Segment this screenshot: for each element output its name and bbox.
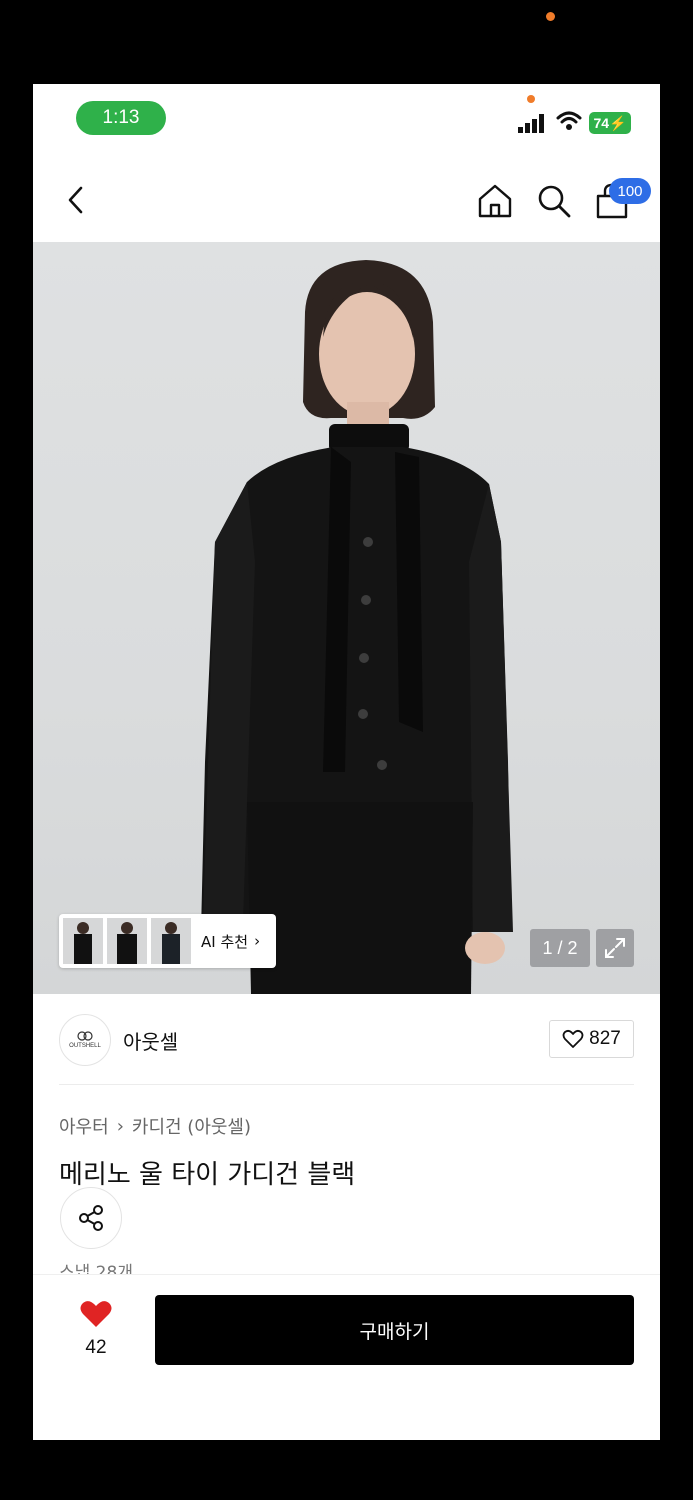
status-bar: 1:13 74 ⚡ <box>33 84 660 154</box>
snap-count[interactable]: 스냅 28개 <box>59 1258 133 1274</box>
breadcrumb-item[interactable]: 카디건 (아웃셀) <box>132 1113 251 1139</box>
search-icon <box>538 185 571 218</box>
brand-row: OUTSHELL 아웃셀 827 <box>59 1014 634 1072</box>
chevron-right-icon: › <box>116 1115 124 1137</box>
breadcrumb-item[interactable]: 아우터 <box>59 1113 109 1139</box>
brand-logo[interactable]: OUTSHELL <box>59 1014 111 1066</box>
back-button[interactable] <box>59 182 93 218</box>
app-screen: 1:13 74 ⚡ 100 AI 추천 › 1 / 2 OUTSHELL 아웃셀… <box>33 84 660 1440</box>
ai-recommend-label: AI 추천 <box>201 932 249 951</box>
mic-indicator <box>527 95 535 103</box>
top-nav: 100 <box>33 154 660 242</box>
thumbnail-1[interactable] <box>63 918 103 964</box>
signal-icon <box>518 114 544 133</box>
product-image-carousel[interactable]: AI 추천 › 1 / 2 <box>33 242 660 994</box>
thumbnail-image <box>162 922 180 964</box>
share-icon <box>79 1205 103 1231</box>
product-title: 메리노 울 타이 가디건 블랙 <box>59 1160 356 1190</box>
recording-indicator <box>546 12 555 21</box>
wifi-icon <box>556 111 582 130</box>
breadcrumb: 아우터 › 카디건 (아웃셀) <box>59 1113 251 1139</box>
thumbnail-image <box>117 922 137 964</box>
product-photo <box>201 260 513 994</box>
thumbnail-2[interactable] <box>107 918 147 964</box>
share-button[interactable] <box>60 1187 122 1249</box>
brand-logo-text: OUTSHELL <box>69 1043 101 1049</box>
battery-level: 74 <box>593 115 610 131</box>
thumbnail-image <box>74 922 92 964</box>
thumbnail-3[interactable] <box>151 918 191 964</box>
brand-name[interactable]: 아웃셀 <box>123 1026 178 1055</box>
expand-icon <box>605 938 625 958</box>
cart-count-badge: 100 <box>609 178 651 204</box>
chevron-right-icon: › <box>254 932 261 950</box>
brand-like-count: 827 <box>589 1028 621 1049</box>
wish-count: 42 <box>85 1337 107 1358</box>
status-time: 1:13 <box>76 101 166 135</box>
chevron-left-icon <box>68 186 83 214</box>
brand-logo-mark-icon <box>77 1031 93 1041</box>
divider <box>59 1084 634 1085</box>
heart-outline-icon <box>562 1029 584 1048</box>
image-page-counter: 1 / 2 <box>530 929 590 967</box>
ai-recommend-strip[interactable]: AI 추천 › <box>59 914 276 968</box>
search-button[interactable] <box>535 182 573 220</box>
charging-icon: ⚡ <box>609 114 627 131</box>
heart-filled-icon[interactable] <box>79 1299 113 1329</box>
home-icon <box>478 184 512 218</box>
bottom-action-bar: 42 구매하기 <box>33 1274 660 1440</box>
battery-indicator: 74 ⚡ <box>589 112 631 134</box>
home-button[interactable] <box>476 182 514 220</box>
brand-like-button[interactable]: 827 <box>549 1020 634 1058</box>
expand-image-button[interactable] <box>596 929 634 967</box>
buy-button[interactable]: 구매하기 <box>155 1295 634 1365</box>
